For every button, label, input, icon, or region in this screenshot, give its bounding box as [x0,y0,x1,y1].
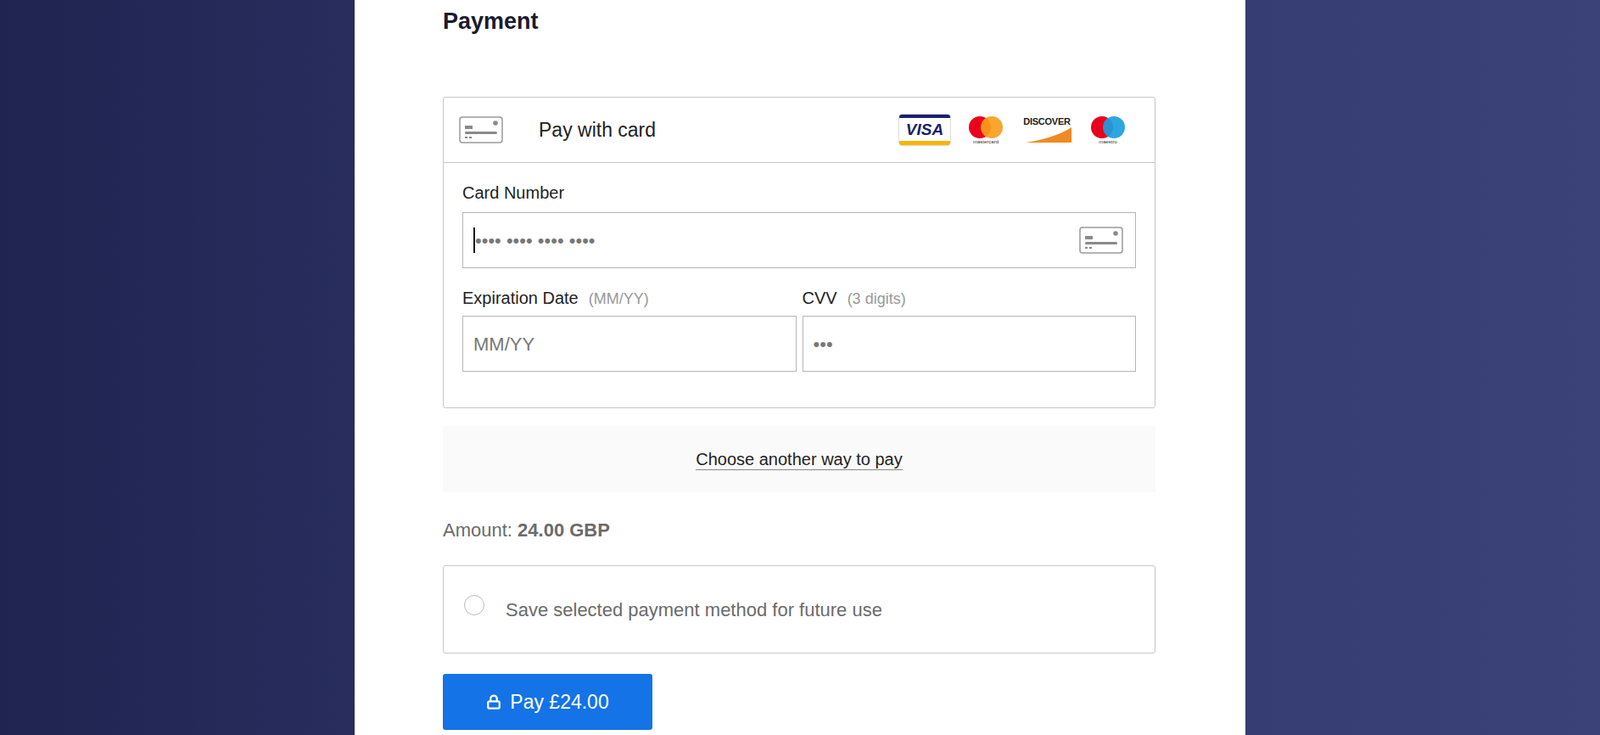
lock-icon [486,693,502,710]
text-caret [473,227,476,253]
pay-with-card-header[interactable]: Pay with cardVISAmastercardDISCOVERmaest… [443,97,1155,163]
expiration-hint: (MM/YY) [588,287,649,311]
payment-panel: PaymentPay with cardVISAmastercardDISCOV… [354,0,1246,735]
card-brands: VISA mastercard DISCOVER maestro [898,113,1140,146]
other-method-link[interactable]: Choose another way to pay [695,448,903,470]
cvv-input[interactable]: ••• [802,315,1137,372]
maestro-logo: maestro [1088,115,1128,145]
pay-button[interactable]: Pay £24.00 [442,673,653,730]
discover-logo: DISCOVER [1020,113,1074,146]
expiration-input[interactable]: MM/YY [462,315,797,372]
card-form: Pay with cardVISAmastercardDISCOVERmaest… [442,96,1156,409]
cvv-hint: (3 digits) [847,287,907,311]
page: PaymentPay with cardVISAmastercardDISCOV… [0,0,1600,735]
card-type-icon [1079,226,1124,254]
mastercard-logo: mastercard [966,115,1006,145]
amount: Amount: 24.00 GBP [442,517,1156,543]
visa-logo: VISA [898,113,952,146]
save-method-option[interactable]: Save selected payment method for future … [442,565,1156,654]
card-number-input[interactable]: •••• •••• •••• •••• [462,212,1136,269]
save-radio[interactable] [464,594,485,616]
card-icon [458,116,504,144]
cvv-label: CVV [802,285,838,311]
expiration-label: Expiration Date [462,285,579,311]
card-number-label: Card Number [462,179,1136,206]
payment-heading: Payment [442,6,1156,36]
